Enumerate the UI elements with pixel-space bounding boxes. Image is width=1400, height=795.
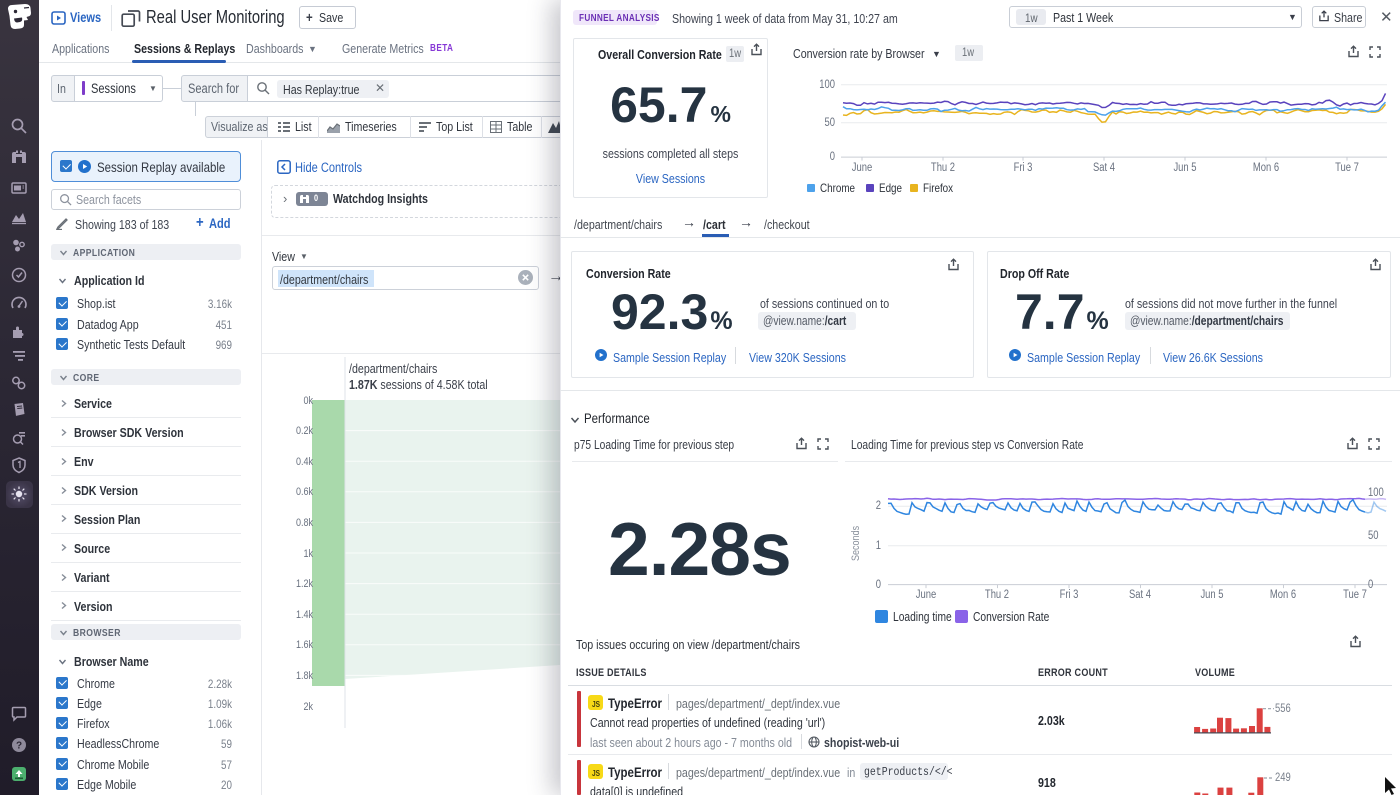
svg-text:?: ? xyxy=(16,741,22,752)
